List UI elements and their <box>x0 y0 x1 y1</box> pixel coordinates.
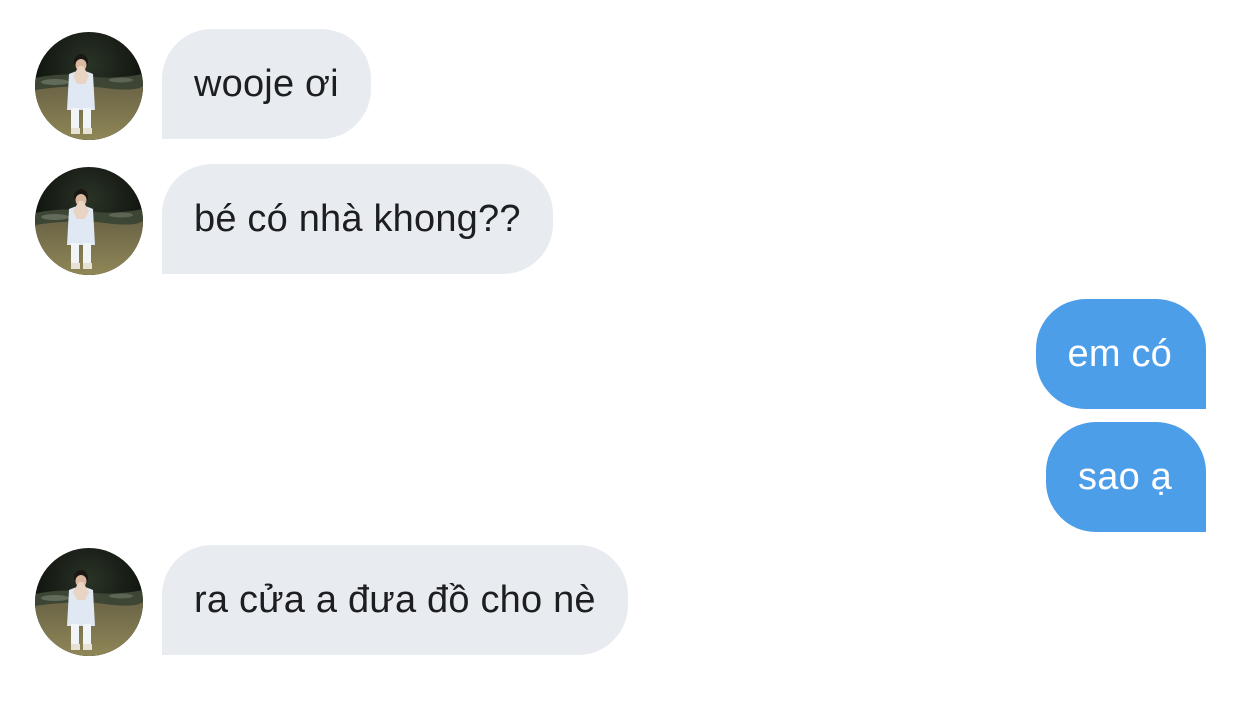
incoming-message-bubble[interactable]: bé có nhà khong?? <box>162 164 553 274</box>
message-text: bé có nhà khong?? <box>194 197 521 240</box>
outgoing-message-bubble[interactable]: em có <box>1035 299 1206 409</box>
message-row-outgoing: sao ạ <box>0 422 1242 532</box>
contact-avatar[interactable] <box>35 548 143 656</box>
avatar-photo-icon <box>35 548 143 656</box>
message-row-outgoing: em có <box>0 299 1242 409</box>
message-text: ra cửa a đưa đồ cho nè <box>194 578 596 621</box>
message-text: sao ạ <box>1078 455 1172 498</box>
message-row-incoming: wooje ơi <box>0 29 1242 139</box>
contact-avatar[interactable] <box>35 32 143 140</box>
avatar-photo-icon <box>35 32 143 140</box>
message-thread: wooje ơi bé có nhà khong?? em có sao ạ r… <box>0 0 1242 701</box>
message-row-incoming: bé có nhà khong?? <box>0 164 1242 274</box>
incoming-message-bubble[interactable]: wooje ơi <box>162 29 371 139</box>
incoming-message-bubble[interactable]: ra cửa a đưa đồ cho nè <box>162 545 628 655</box>
message-text: em có <box>1067 332 1172 375</box>
avatar-photo-icon <box>35 167 143 275</box>
message-row-incoming: ra cửa a đưa đồ cho nè <box>0 545 1242 655</box>
contact-avatar[interactable] <box>35 167 143 275</box>
outgoing-message-bubble[interactable]: sao ạ <box>1046 422 1206 532</box>
message-text: wooje ơi <box>194 62 339 105</box>
